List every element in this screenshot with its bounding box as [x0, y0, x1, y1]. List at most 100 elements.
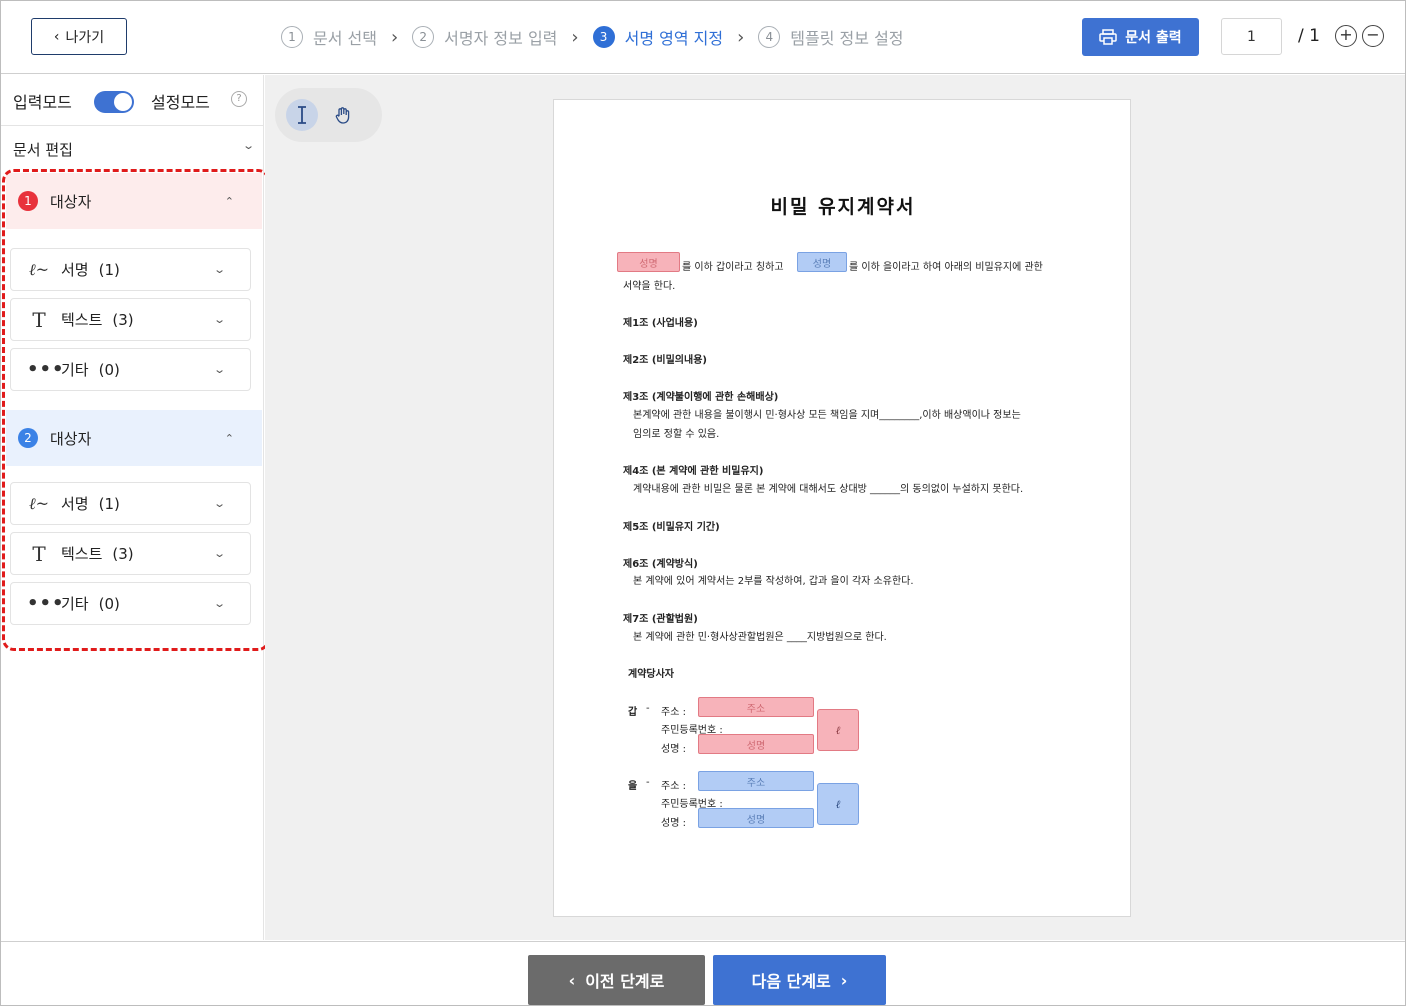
back-button[interactable]: ‹ 나가기	[31, 18, 127, 55]
chevron-down-icon: ⌄	[212, 263, 226, 276]
text-icon: T	[32, 541, 46, 566]
header: ‹ 나가기 1 문서 선택 › 2 서명자 정보 입력 › 3 서명 영역 지정…	[1, 1, 1405, 74]
address-label: 주소 :	[661, 781, 686, 792]
party-2-header[interactable]: 2 대상자 ⌃	[6, 410, 262, 466]
article-body: 본 계약에 관한 민·형사상관할법원은 ____지방법원으로 한다.	[633, 632, 887, 643]
chevron-up-icon: ⌃	[224, 194, 234, 208]
party-a-label: 갑	[628, 707, 638, 718]
page-total: / 1	[1298, 26, 1320, 46]
party-1-title: 대상자	[50, 192, 92, 211]
party-1-address-field[interactable]: 주소	[698, 697, 814, 717]
article-heading: 제7조 (관할법원)	[623, 614, 698, 625]
party-1-name-field-2[interactable]: 성명	[698, 734, 814, 754]
next-step-button[interactable]: 다음 단계로 ›	[713, 955, 886, 1005]
chevron-down-icon: ⌄	[212, 597, 226, 610]
party-2-signature-field[interactable]: ℓ~ 서명 (1) ⌄	[10, 482, 251, 525]
step-4-label: 템플릿 정보 설정	[790, 29, 904, 48]
dash: -	[646, 703, 650, 714]
party-2-text-field[interactable]: T 텍스트 (3) ⌄	[10, 532, 251, 575]
chevron-down-icon: ⌄	[241, 139, 255, 152]
intro-text: 서약을 한다.	[623, 281, 676, 292]
article-heading: 제2조 (비밀의내용)	[623, 355, 707, 366]
setting-mode-label: 설정모드	[151, 93, 210, 112]
back-button-label: 나가기	[65, 29, 105, 46]
chevron-right-icon: ›	[737, 26, 745, 48]
field-count: (1)	[98, 260, 120, 279]
chevron-down-icon: ⌄	[212, 313, 226, 326]
chevron-down-icon: ⌄	[212, 547, 226, 560]
chevron-right-icon: ›	[571, 26, 579, 48]
mode-toggle[interactable]	[94, 91, 134, 113]
step-4: 4 템플릿 정보 설정	[758, 25, 904, 49]
party-1-badge: 1	[18, 191, 38, 211]
document-page: 비밀 유지계약서 성명 를 이하 갑이라고 칭하고 성명 를 이하 을이라고 하…	[553, 99, 1131, 917]
chevron-left-icon: ‹	[568, 970, 576, 990]
previous-step-label: 이전 단계로	[585, 972, 665, 991]
step-4-number: 4	[758, 26, 781, 48]
step-1-number: 1	[281, 26, 303, 48]
step-2-label: 서명자 정보 입력	[444, 29, 558, 48]
article-heading: 제1조 (사업내용)	[623, 318, 698, 329]
hand-icon[interactable]	[327, 99, 359, 131]
tool-selector	[275, 88, 382, 142]
step-3-label: 서명 영역 지정	[624, 29, 724, 48]
article-body: 계약내용에 관한 비밀은 물론 본 계약에 대해서도 상대방 ______의 동…	[633, 484, 1024, 495]
article-body: 본 계약에 있어 계약서는 2부를 작성하여, 갑과 을이 각자 소유한다.	[633, 576, 914, 587]
field-label: 서명	[61, 495, 89, 513]
party-2-name-field-2[interactable]: 성명	[698, 808, 814, 828]
intro-text: 를 이하 갑이라고 칭하고	[682, 262, 784, 273]
name-label: 성명 :	[661, 744, 686, 755]
signature-icon: ℓ~	[28, 493, 50, 513]
field-count: (0)	[98, 594, 120, 613]
dash: -	[646, 777, 650, 788]
step-3: 3 서명 영역 지정	[592, 25, 724, 49]
field-label: 텍스트	[61, 311, 103, 329]
field-count: (3)	[112, 310, 134, 329]
print-document-button[interactable]: 문서 출력	[1082, 18, 1199, 56]
party-2-name-field[interactable]: 성명	[797, 252, 847, 272]
divider	[1, 125, 264, 126]
chevron-right-icon: ›	[840, 970, 848, 990]
step-3-number: 3	[592, 26, 615, 48]
party-1-other-field[interactable]: ••• 기타 (0) ⌄	[10, 348, 251, 391]
footer: ‹ 이전 단계로 다음 단계로 ›	[1, 941, 1405, 1005]
chevron-down-icon: ⌄	[212, 497, 226, 510]
text-cursor-icon[interactable]	[286, 99, 318, 131]
party-2-badge: 2	[18, 428, 38, 448]
stepper: 1 문서 선택 › 2 서명자 정보 입력 › 3 서명 영역 지정 › 4 템…	[281, 25, 904, 49]
print-button-label: 문서 출력	[1125, 30, 1182, 46]
chevron-down-icon: ⌄	[212, 363, 226, 376]
field-label: 기타	[61, 595, 89, 613]
party-1-header[interactable]: 1 대상자 ⌃	[6, 173, 262, 229]
party-2-seal-field[interactable]: ℓ	[817, 783, 859, 825]
document-title: 비밀 유지계약서	[770, 196, 916, 218]
help-icon[interactable]: ?	[231, 91, 247, 107]
input-mode-label: 입력모드	[13, 93, 72, 112]
field-label: 기타	[61, 361, 89, 379]
page-number-input[interactable]	[1221, 18, 1282, 55]
printer-icon	[1099, 29, 1118, 45]
party-1-text-field[interactable]: T 텍스트 (3) ⌄	[10, 298, 251, 341]
article-heading: 제3조 (계약불이행에 관한 손해배상)	[623, 392, 779, 403]
step-2-number: 2	[412, 26, 435, 48]
address-label: 주소 :	[661, 707, 686, 718]
more-icon: •••	[27, 359, 65, 380]
zoom-out-icon[interactable]: −	[1362, 25, 1384, 47]
party-2-address-field[interactable]: 주소	[698, 771, 814, 791]
more-icon: •••	[27, 593, 65, 614]
party-2-other-field[interactable]: ••• 기타 (0) ⌄	[10, 582, 251, 625]
chevron-up-icon: ⌃	[224, 431, 234, 445]
field-label: 텍스트	[61, 545, 103, 563]
party-1-name-field[interactable]: 성명	[617, 252, 680, 272]
step-2: 2 서명자 정보 입력	[412, 25, 557, 49]
zoom-in-icon[interactable]: +	[1335, 25, 1357, 47]
chevron-left-icon: ‹	[53, 28, 60, 45]
doc-edit-section[interactable]: 문서 편집 ⌄	[13, 139, 255, 160]
field-count: (1)	[98, 494, 120, 513]
previous-step-button[interactable]: ‹ 이전 단계로	[528, 955, 705, 1005]
party-1-signature-field[interactable]: ℓ~ 서명 (1) ⌄	[10, 248, 251, 291]
step-1-label: 문서 선택	[313, 29, 377, 48]
intro-text: 를 이하 을이라고 하여 아래의 비밀유지에 관한	[849, 262, 1043, 273]
party-1-seal-field[interactable]: ℓ	[817, 709, 859, 751]
article-heading: 제4조 (본 계약에 관한 비밀유지)	[623, 466, 764, 477]
